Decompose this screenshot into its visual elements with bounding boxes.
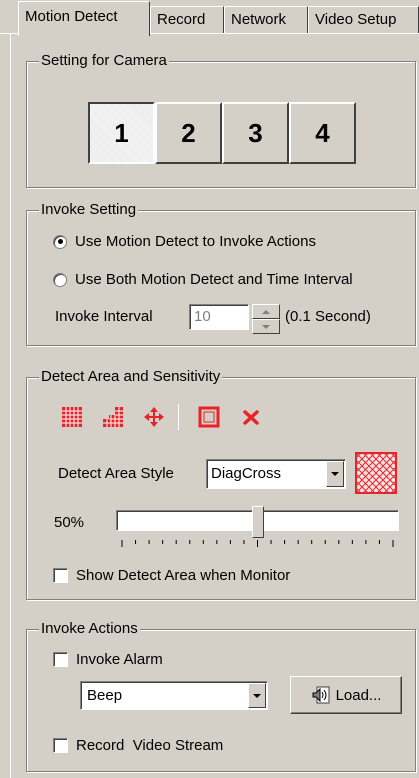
tab-record[interactable]: Record <box>150 6 224 34</box>
tab-label: Video Setup <box>315 11 397 28</box>
chevron-down-icon <box>253 693 261 698</box>
tab-strip: Motion Detect Record Network Video Setup <box>0 0 419 36</box>
group-title: Setting for Camera <box>39 52 169 70</box>
detect-area-group: Detect Area and Sensitivity Detect Area … <box>26 368 416 600</box>
interval-value: 10 <box>194 308 211 325</box>
radio-button[interactable] <box>53 234 67 249</box>
speaker-icon <box>312 686 330 704</box>
radio-label: Use Motion Detect to Invoke Actions <box>75 233 316 250</box>
spin-up-button[interactable] <box>252 304 280 319</box>
checkbox-label: Record Video Stream <box>76 737 224 754</box>
tab-label: Network <box>231 11 287 28</box>
record-video-checkbox[interactable]: Record Video Stream <box>53 737 223 754</box>
tab-label: Record <box>157 11 206 28</box>
checkbox[interactable] <box>53 568 68 583</box>
select-value: DiagCross <box>211 465 282 482</box>
group-title: Invoke Actions <box>39 620 140 638</box>
toolbar-separator <box>178 404 179 430</box>
radio-button[interactable] <box>53 272 67 287</box>
radio-dot <box>57 239 63 244</box>
slider-ticks <box>121 540 394 547</box>
interval-unit: (0.1 Second) <box>285 308 371 325</box>
detect-style-select[interactable]: DiagCross <box>206 459 346 489</box>
button-label: Load... <box>335 686 382 704</box>
radio-motion-detect[interactable]: Use Motion Detect to Invoke Actions <box>53 233 316 250</box>
button-label: 3 <box>248 117 263 148</box>
tab-motion-detect[interactable]: Motion Detect <box>18 1 150 36</box>
tab-label: Motion Detect <box>25 8 118 25</box>
checkbox[interactable] <box>53 738 68 753</box>
chevron-down-icon <box>331 472 339 476</box>
radio-motion-and-interval[interactable]: Use Both Motion Detect and Time Interval <box>53 271 353 288</box>
camera-group: Setting for Camera 1 2 3 4 <box>26 52 416 188</box>
down-arrow-icon <box>262 324 270 329</box>
dropdown-button[interactable] <box>248 683 266 708</box>
invoke-setting-group: Invoke Setting Use Motion Detect to Invo… <box>26 201 416 346</box>
clear-icon[interactable] <box>240 406 262 428</box>
invoke-actions-group: Invoke Actions Invoke Alarm Beep Load...… <box>26 620 416 772</box>
group-title: Detect Area and Sensitivity <box>39 368 223 386</box>
sensitivity-label: 50% <box>54 514 85 531</box>
load-button[interactable]: Load... <box>290 676 402 714</box>
alarm-sound-select[interactable]: Beep <box>80 681 268 710</box>
spin-down-button[interactable] <box>252 319 280 334</box>
button-label: 4 <box>315 117 330 148</box>
checkbox[interactable] <box>53 652 68 667</box>
select-value: Beep <box>87 687 123 704</box>
camera-4-button[interactable]: 4 <box>289 102 356 164</box>
interval-label: Invoke Interval <box>55 308 153 325</box>
show-detect-area-checkbox[interactable]: Show Detect Area when Monitor <box>53 567 290 584</box>
style-preview-icon <box>355 452 397 494</box>
camera-1-button[interactable]: 1 <box>88 102 155 164</box>
tab-network[interactable]: Network <box>224 6 308 34</box>
interval-input[interactable]: 10 <box>189 304 249 330</box>
button-label: 1 <box>114 117 129 148</box>
button-label: 2 <box>181 117 196 148</box>
move-icon[interactable] <box>143 406 165 428</box>
detect-style-label: Detect Area Style <box>58 465 174 482</box>
radio-label: Use Both Motion Detect and Time Interval <box>75 271 353 288</box>
tab-video-setup[interactable]: Video Setup <box>308 6 419 34</box>
checkbox-label: Invoke Alarm <box>76 651 163 668</box>
grid-all-icon[interactable] <box>61 406 83 428</box>
grid-stairs-icon[interactable] <box>102 406 124 428</box>
sensitivity-slider-thumb[interactable] <box>251 506 264 538</box>
camera-3-button[interactable]: 3 <box>222 102 289 164</box>
invoke-alarm-checkbox[interactable]: Invoke Alarm <box>53 651 163 668</box>
group-title: Invoke Setting <box>39 201 139 219</box>
camera-2-button[interactable]: 2 <box>155 102 222 164</box>
up-arrow-icon <box>262 309 270 314</box>
select-rect-icon[interactable] <box>198 406 220 428</box>
dropdown-button[interactable] <box>326 461 344 487</box>
checkbox-label: Show Detect Area when Monitor <box>76 567 291 584</box>
